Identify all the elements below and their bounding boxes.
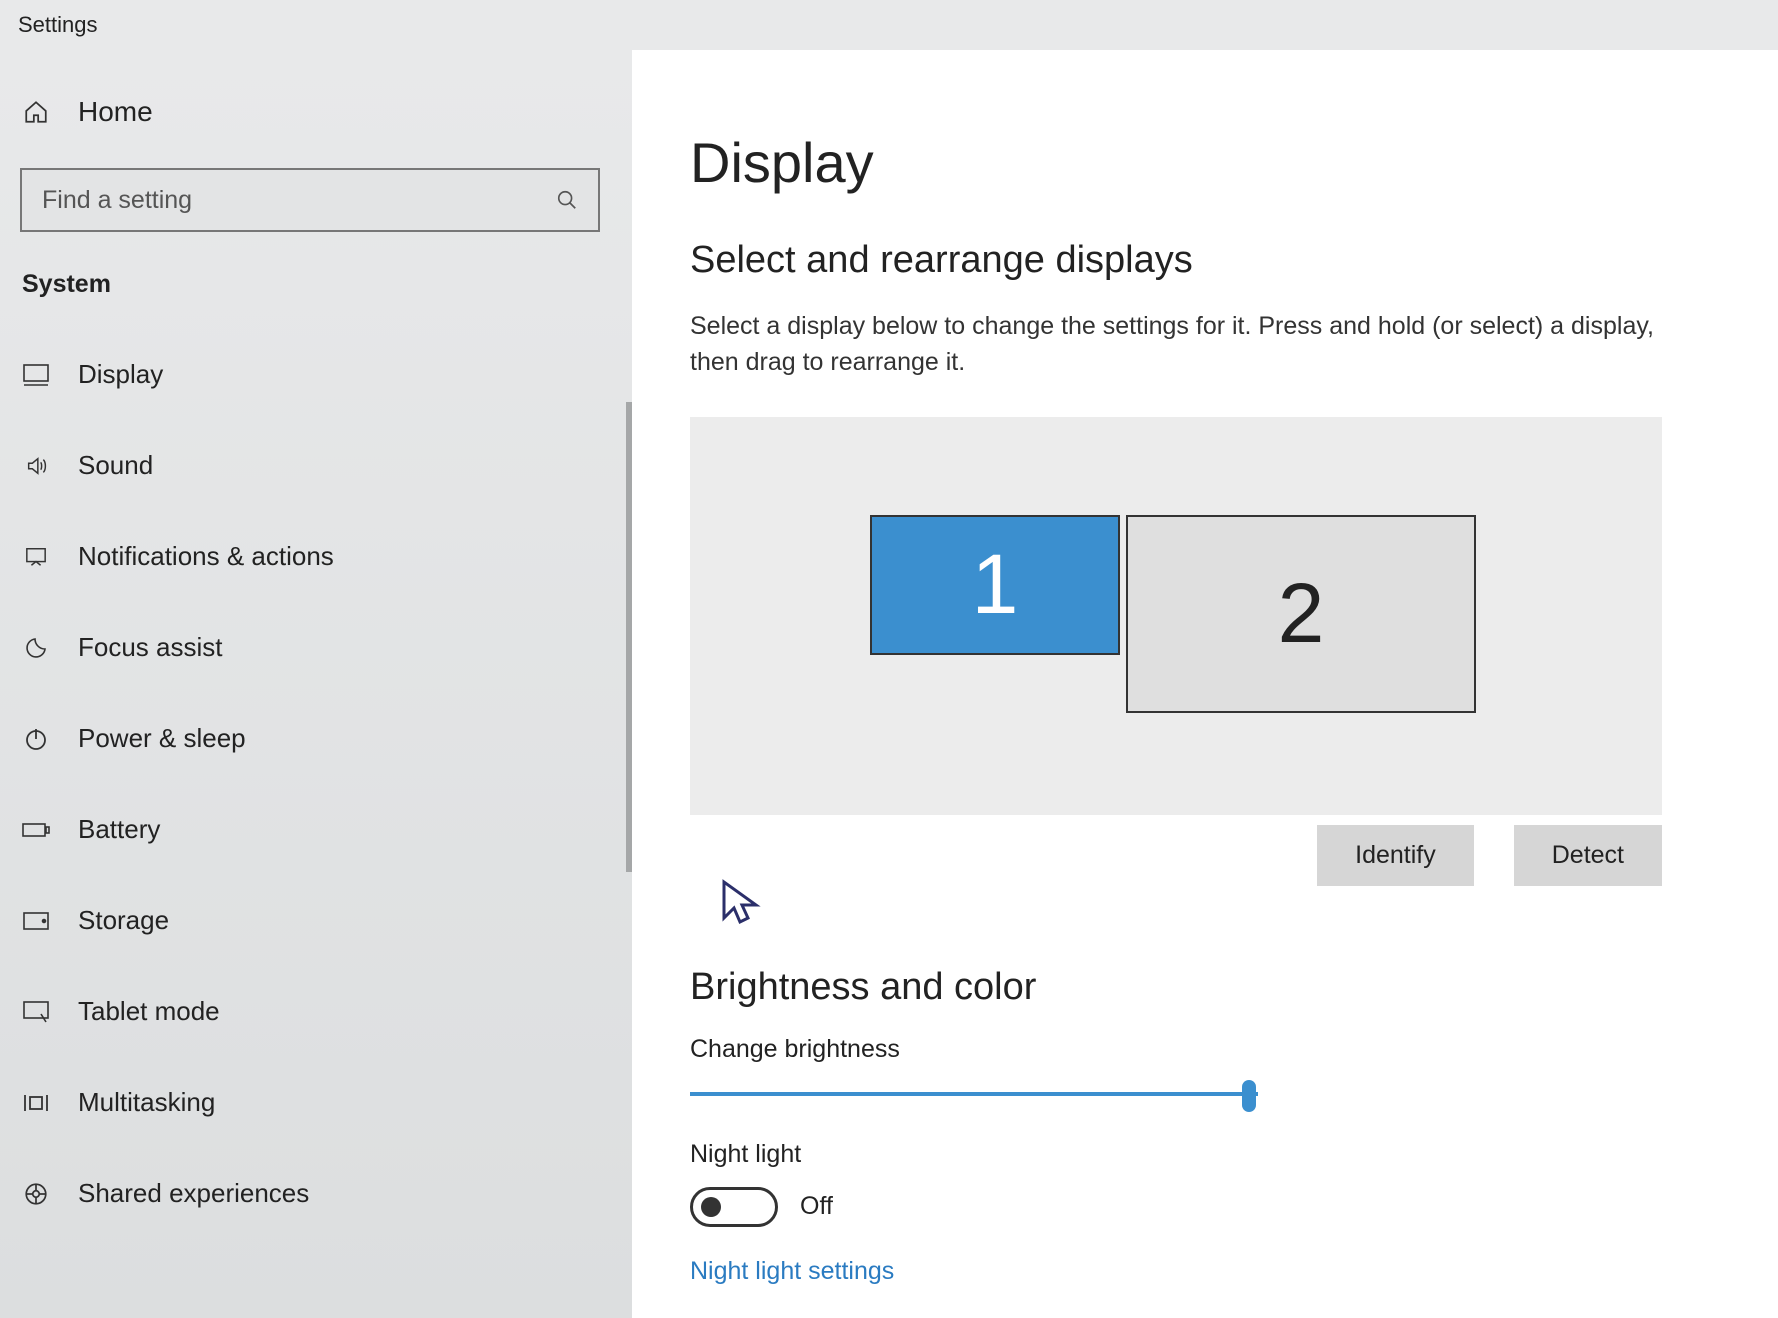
sidebar-home-label: Home [78, 96, 153, 128]
page-title: Display [690, 130, 1728, 195]
night-light-label: Night light [690, 1140, 1728, 1169]
identify-button[interactable]: Identify [1317, 825, 1474, 886]
sidebar-item-multitasking[interactable]: Multitasking [0, 1057, 632, 1148]
sidebar-item-label: Storage [78, 905, 169, 936]
focus-assist-icon [22, 634, 50, 662]
sidebar-item-battery[interactable]: Battery [0, 784, 632, 875]
sidebar-item-sound[interactable]: Sound [0, 420, 632, 511]
sidebar-item-label: Focus assist [78, 632, 223, 663]
sidebar-item-label: Power & sleep [78, 723, 246, 754]
sidebar-scrollbar[interactable] [626, 402, 632, 872]
sidebar: Home System Display Sound [0, 50, 632, 1318]
sidebar-home[interactable]: Home [0, 80, 632, 152]
slider-track [690, 1092, 1258, 1096]
arrange-heading: Select and rearrange displays [690, 239, 1728, 282]
sidebar-item-label: Sound [78, 450, 153, 481]
brightness-heading: Brightness and color [690, 966, 1728, 1009]
arrange-description: Select a display below to change the set… [690, 308, 1670, 381]
toggle-knob [701, 1197, 721, 1217]
notifications-icon [22, 543, 50, 571]
sidebar-item-label: Shared experiences [78, 1178, 309, 1209]
brightness-label: Change brightness [690, 1035, 1728, 1064]
sidebar-item-storage[interactable]: Storage [0, 875, 632, 966]
sidebar-item-shared-experiences[interactable]: Shared experiences [0, 1148, 632, 1239]
multitasking-icon [22, 1089, 50, 1117]
sidebar-item-tablet-mode[interactable]: Tablet mode [0, 966, 632, 1057]
sidebar-item-display[interactable]: Display [0, 329, 632, 420]
brightness-slider[interactable] [690, 1082, 1258, 1106]
storage-icon [22, 907, 50, 935]
sidebar-section-header: System [0, 262, 632, 329]
search-input[interactable] [42, 186, 556, 215]
sidebar-item-label: Multitasking [78, 1087, 215, 1118]
night-light-toggle[interactable] [690, 1187, 778, 1227]
sidebar-item-notifications[interactable]: Notifications & actions [0, 511, 632, 602]
search-box[interactable] [20, 168, 600, 232]
shared-icon [22, 1180, 50, 1208]
slider-thumb[interactable] [1242, 1080, 1256, 1112]
monitor-2[interactable]: 2 [1126, 515, 1476, 713]
display-arrangement-canvas[interactable]: 1 2 [690, 417, 1662, 815]
sidebar-item-label: Notifications & actions [78, 541, 334, 572]
monitor-1[interactable]: 1 [870, 515, 1120, 655]
main-panel: Display Select and rearrange displays Se… [632, 50, 1778, 1318]
power-icon [22, 725, 50, 753]
sidebar-item-label: Tablet mode [78, 996, 220, 1027]
sound-icon [22, 452, 50, 480]
display-icon [22, 361, 50, 389]
sidebar-item-label: Battery [78, 814, 160, 845]
detect-button[interactable]: Detect [1514, 825, 1662, 886]
sidebar-item-label: Display [78, 359, 163, 390]
home-icon [22, 98, 50, 126]
window-title: Settings [0, 0, 1778, 50]
sidebar-item-power-sleep[interactable]: Power & sleep [0, 693, 632, 784]
night-light-settings-link[interactable]: Night light settings [690, 1257, 1728, 1286]
search-icon [556, 189, 578, 211]
night-light-state: Off [800, 1192, 833, 1221]
battery-icon [22, 816, 50, 844]
tablet-icon [22, 998, 50, 1026]
sidebar-item-focus-assist[interactable]: Focus assist [0, 602, 632, 693]
